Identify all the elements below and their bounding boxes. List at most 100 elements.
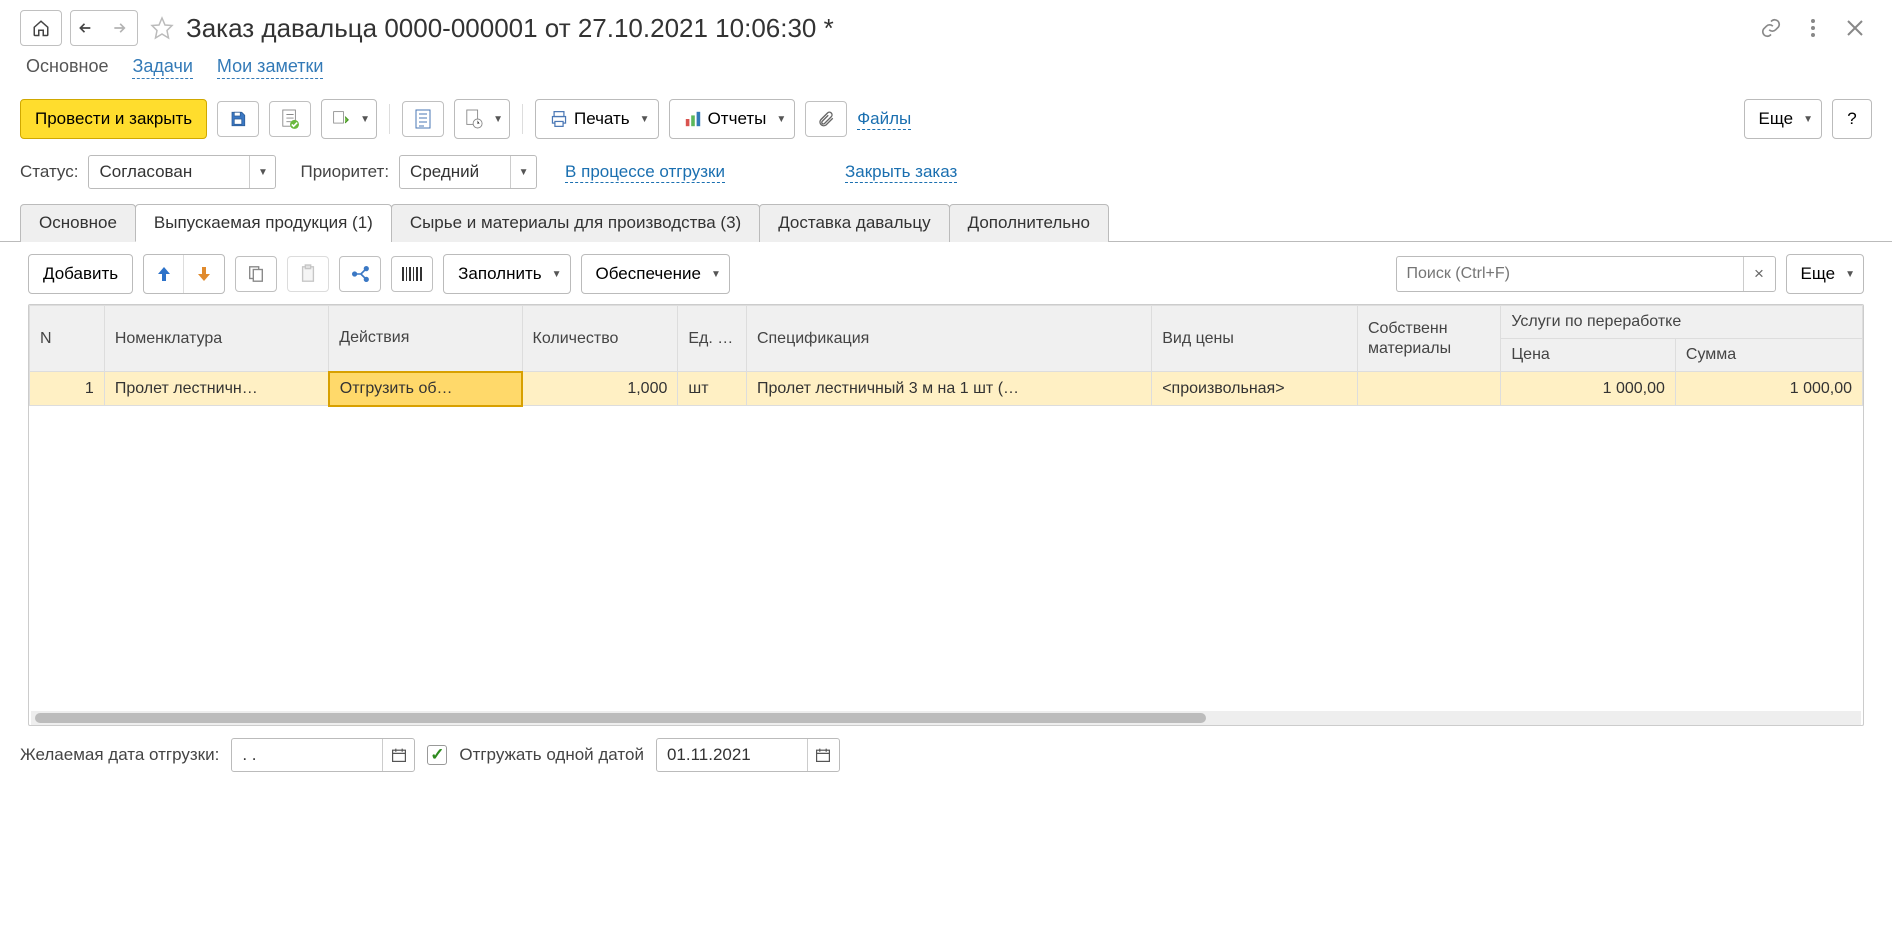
post-icon: [281, 109, 299, 129]
single-date-input[interactable]: 01.11.2021: [656, 738, 840, 772]
status-combo[interactable]: Согласован ▼: [88, 155, 276, 189]
chevron-down-icon: ▼: [776, 114, 786, 125]
files-link[interactable]: Файлы: [857, 109, 911, 130]
attach-button[interactable]: [805, 101, 847, 137]
back-button[interactable]: [77, 20, 97, 36]
barcode-button[interactable]: [391, 256, 433, 292]
print-icon: [550, 110, 568, 128]
move-down-button[interactable]: [184, 255, 224, 293]
search-input[interactable]: [1397, 265, 1743, 283]
forward-button[interactable]: [111, 20, 131, 36]
move-up-button[interactable]: [144, 255, 184, 293]
nav-tab-main[interactable]: Основное: [26, 56, 108, 79]
status-label: Статус:: [20, 162, 78, 182]
create-based-on-icon: [332, 110, 350, 128]
scrollbar-thumb[interactable]: [35, 713, 1206, 723]
nav-tab-tasks[interactable]: Задачи: [132, 56, 192, 79]
products-grid: N Номенклатура Действия Количество Ед. и…: [28, 304, 1864, 726]
more-label: Еще: [1759, 109, 1794, 129]
tab-extra[interactable]: Дополнительно: [949, 204, 1109, 242]
desired-date-input[interactable]: . .: [231, 738, 415, 772]
cell-own-materials[interactable]: [1357, 372, 1500, 406]
desired-date-value[interactable]: . .: [232, 745, 382, 765]
cell-sum[interactable]: 1 000,00: [1675, 372, 1862, 406]
col-item[interactable]: Номенклатура: [104, 306, 328, 372]
close-order-link[interactable]: Закрыть заказ: [845, 162, 957, 183]
cell-spec[interactable]: Пролет лестничный 3 м на 1 шт (…: [746, 372, 1151, 406]
save-button[interactable]: [217, 101, 259, 137]
print-button[interactable]: Печать ▼: [535, 99, 659, 139]
chevron-down-icon: ▼: [711, 269, 721, 280]
grid-empty-area: [29, 407, 1863, 707]
more-button[interactable]: Еще ▼: [1744, 99, 1823, 139]
col-qty[interactable]: Количество: [522, 306, 678, 372]
paste-button[interactable]: [287, 256, 329, 292]
fill-button[interactable]: Заполнить ▼: [443, 254, 570, 294]
save-icon: [229, 110, 247, 128]
page-title: Заказ давальца 0000-000001 от 27.10.2021…: [186, 13, 834, 44]
col-services[interactable]: Услуги по переработке: [1501, 306, 1863, 339]
shipping-link[interactable]: В процессе отгрузки: [565, 162, 725, 183]
reports-button[interactable]: Отчеты ▼: [669, 99, 796, 139]
cell-uom[interactable]: шт: [678, 372, 747, 406]
single-date-label: Отгружать одной датой: [459, 745, 644, 765]
kebab-icon[interactable]: [1796, 11, 1830, 45]
distribute-button[interactable]: [339, 256, 381, 292]
paperclip-icon: [817, 109, 835, 129]
supply-button[interactable]: Обеспечение ▼: [581, 254, 730, 294]
nav-tab-notes[interactable]: Мои заметки: [217, 56, 324, 79]
copy-button[interactable]: [235, 256, 277, 292]
col-uom[interactable]: Ед. изм.: [678, 306, 747, 372]
cell-item[interactable]: Пролет лестничн…: [104, 372, 328, 406]
cell-n[interactable]: 1: [30, 372, 105, 406]
clear-search-button[interactable]: ×: [1743, 257, 1775, 291]
add-button[interactable]: Добавить: [28, 254, 133, 294]
cell-price-type[interactable]: <произвольная>: [1152, 372, 1358, 406]
cell-price[interactable]: 1 000,00: [1501, 372, 1676, 406]
close-icon[interactable]: [1838, 11, 1872, 45]
home-icon: [32, 19, 50, 37]
priority-combo[interactable]: Средний ▼: [399, 155, 537, 189]
star-icon[interactable]: [150, 16, 174, 40]
link-icon[interactable]: [1754, 11, 1788, 45]
chevron-down-icon: ▼: [1803, 114, 1813, 125]
tab-more-button[interactable]: Еще ▼: [1786, 254, 1865, 294]
col-actions[interactable]: Действия: [329, 306, 522, 372]
chevron-down-icon[interactable]: ▼: [249, 156, 275, 188]
cell-qty[interactable]: 1,000: [522, 372, 678, 406]
create-based-on-button[interactable]: ▼: [321, 99, 377, 139]
help-button[interactable]: ?: [1832, 99, 1872, 139]
col-own-materials[interactable]: Собственн материалы: [1357, 306, 1500, 372]
chevron-down-icon[interactable]: ▼: [510, 156, 536, 188]
tab-materials[interactable]: Сырье и материалы для производства (3): [391, 204, 760, 242]
chart-icon: [684, 110, 702, 128]
desired-date-label: Желаемая дата отгрузки:: [20, 745, 219, 765]
post-button[interactable]: [269, 101, 311, 137]
table-row[interactable]: 1 Пролет лестничн… Отгрузить об… 1,000 ш…: [30, 372, 1863, 406]
calendar-icon[interactable]: [382, 739, 414, 771]
single-date-value[interactable]: 01.11.2021: [657, 745, 807, 765]
col-n[interactable]: N: [30, 306, 105, 372]
post-and-close-button[interactable]: Провести и закрыть: [20, 99, 207, 139]
tab-main[interactable]: Основное: [20, 204, 136, 242]
horizontal-scrollbar[interactable]: [31, 711, 1861, 725]
cell-actions[interactable]: Отгрузить об…: [329, 372, 522, 406]
col-price[interactable]: Цена: [1501, 339, 1676, 372]
col-spec[interactable]: Спецификация: [746, 306, 1151, 372]
document-dd-button[interactable]: ▼: [454, 99, 510, 139]
fill-label: Заполнить: [458, 264, 541, 284]
home-button[interactable]: [20, 10, 62, 46]
document-icon: [415, 109, 431, 129]
tab-products[interactable]: Выпускаемая продукция (1): [135, 204, 392, 242]
separator: [389, 104, 390, 134]
col-price-type[interactable]: Вид цены: [1152, 306, 1358, 372]
search-input-wrap[interactable]: ×: [1396, 256, 1776, 292]
calendar-icon[interactable]: [807, 739, 839, 771]
distribute-icon: [350, 265, 370, 283]
chevron-down-icon: ▼: [640, 114, 650, 125]
print-label: Печать: [574, 109, 630, 129]
col-sum[interactable]: Сумма: [1675, 339, 1862, 372]
document-button[interactable]: [402, 101, 444, 137]
single-date-checkbox[interactable]: ✓: [427, 745, 447, 765]
tab-delivery[interactable]: Доставка давальцу: [759, 204, 949, 242]
